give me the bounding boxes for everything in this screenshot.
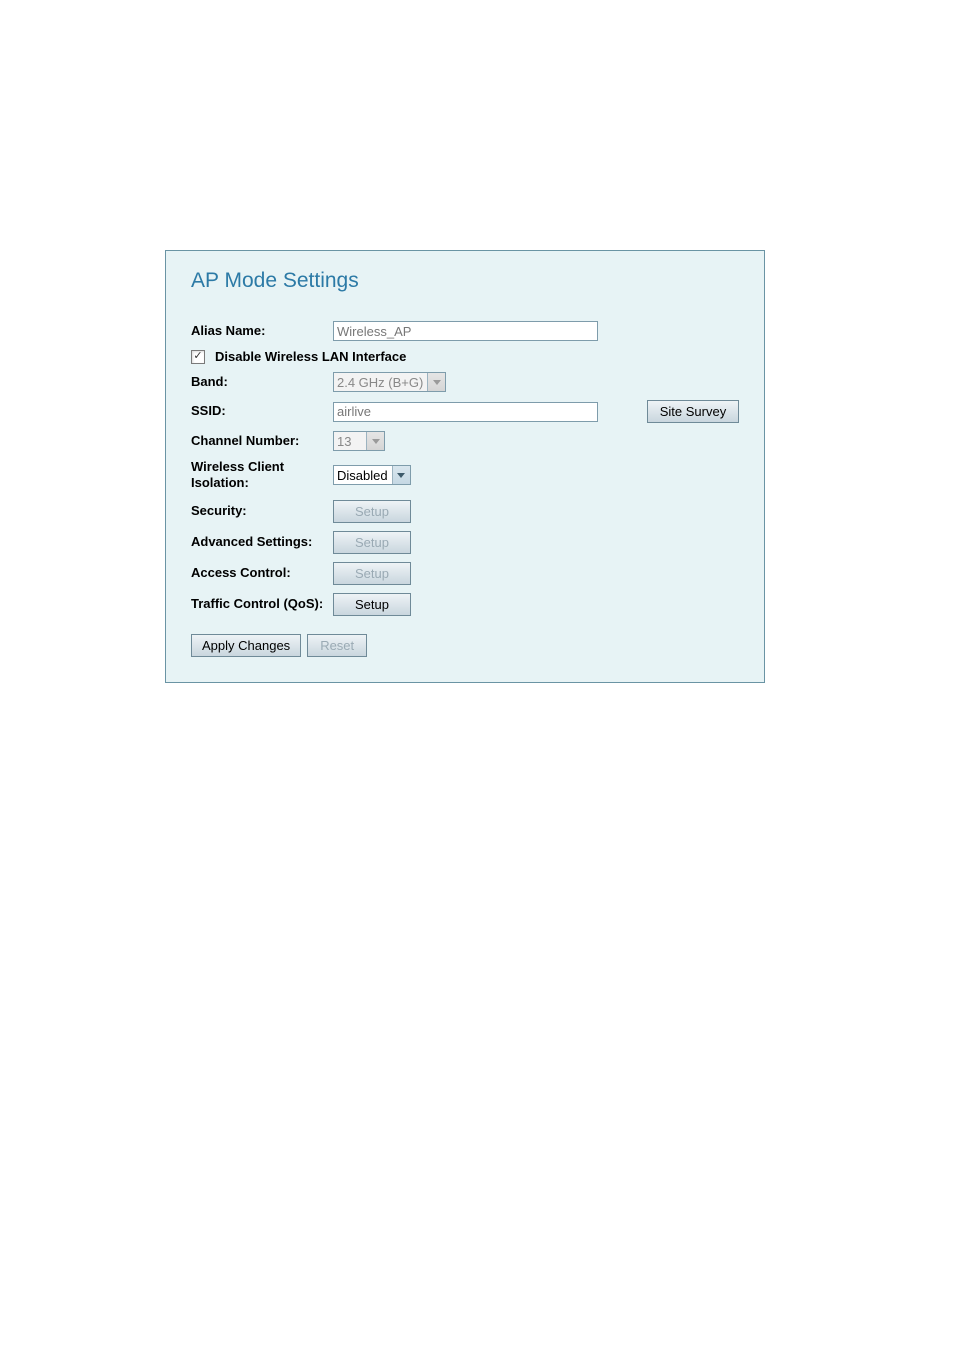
- security-row: Security: Setup: [191, 500, 739, 523]
- ssid-row: SSID: Site Survey: [191, 400, 739, 423]
- channel-select-value: 13: [337, 434, 362, 449]
- band-row: Band: 2.4 GHz (B+G): [191, 372, 739, 392]
- channel-row: Channel Number: 13: [191, 431, 739, 451]
- site-survey-button[interactable]: Site Survey: [647, 400, 739, 423]
- access-control-label: Access Control:: [191, 565, 333, 581]
- ssid-input[interactable]: [333, 402, 598, 422]
- security-setup-button[interactable]: Setup: [333, 500, 411, 523]
- advanced-label: Advanced Settings:: [191, 534, 333, 550]
- ssid-label: SSID:: [191, 403, 333, 419]
- isolation-label: Wireless Client Isolation:: [191, 459, 333, 492]
- band-select[interactable]: 2.4 GHz (B+G): [333, 372, 446, 392]
- footer-row: Apply Changes Reset: [191, 634, 739, 657]
- apply-changes-button[interactable]: Apply Changes: [191, 634, 301, 657]
- qos-row: Traffic Control (QoS): Setup: [191, 593, 739, 616]
- page-title: AP Mode Settings: [191, 269, 739, 293]
- access-control-row: Access Control: Setup: [191, 562, 739, 585]
- disable-wlan-row: ✓ Disable Wireless LAN Interface: [191, 349, 739, 364]
- reset-button[interactable]: Reset: [307, 634, 367, 657]
- disable-wlan-checkbox[interactable]: ✓: [191, 350, 205, 364]
- ap-mode-settings-panel: AP Mode Settings Alias Name: ✓ Disable W…: [165, 250, 765, 683]
- alias-name-input[interactable]: [333, 321, 598, 341]
- band-select-value: 2.4 GHz (B+G): [337, 375, 423, 390]
- isolation-row: Wireless Client Isolation: Disabled: [191, 459, 739, 492]
- qos-setup-button[interactable]: Setup: [333, 593, 411, 616]
- advanced-setup-button[interactable]: Setup: [333, 531, 411, 554]
- access-control-setup-button[interactable]: Setup: [333, 562, 411, 585]
- alias-name-label: Alias Name:: [191, 323, 333, 339]
- alias-name-row: Alias Name:: [191, 321, 739, 341]
- disable-wlan-label: Disable Wireless LAN Interface: [215, 349, 406, 364]
- chevron-down-icon: [366, 432, 384, 450]
- security-label: Security:: [191, 503, 333, 519]
- chevron-down-icon: [427, 373, 445, 391]
- isolation-select[interactable]: Disabled: [333, 465, 411, 485]
- isolation-select-value: Disabled: [337, 468, 388, 483]
- channel-label: Channel Number:: [191, 433, 333, 449]
- qos-label: Traffic Control (QoS):: [191, 596, 333, 612]
- advanced-row: Advanced Settings: Setup: [191, 531, 739, 554]
- channel-select[interactable]: 13: [333, 431, 385, 451]
- band-label: Band:: [191, 374, 333, 390]
- chevron-down-icon: [392, 466, 410, 484]
